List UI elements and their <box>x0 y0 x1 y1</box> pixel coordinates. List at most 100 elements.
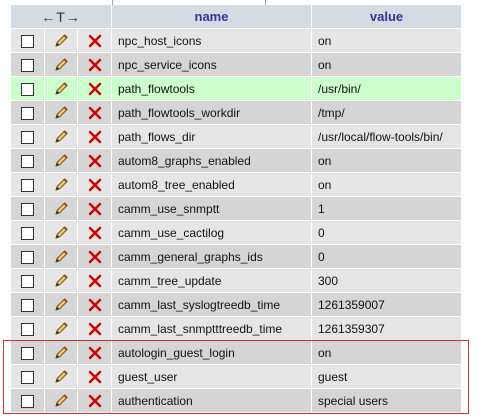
pencil-icon[interactable] <box>53 249 69 265</box>
delete-cell <box>78 389 111 412</box>
edit-cell <box>44 53 78 76</box>
row-checkbox[interactable] <box>20 346 34 360</box>
table-row[interactable]: camm_general_graphs_ids 0 <box>11 245 461 268</box>
row-select-cell <box>11 221 44 244</box>
setting-value: special users <box>312 389 461 412</box>
delete-x-icon[interactable] <box>88 82 102 96</box>
row-checkbox[interactable] <box>20 298 34 312</box>
pencil-icon[interactable] <box>53 153 69 169</box>
setting-value: 1261359307 <box>312 317 461 340</box>
table-row[interactable]: autologin_guest_login on <box>11 341 461 364</box>
delete-x-icon[interactable] <box>88 226 102 240</box>
row-select-cell <box>11 341 44 364</box>
table-row[interactable]: path_flowtools/usr/bin/ <box>11 77 461 100</box>
pencil-icon[interactable] <box>53 57 69 73</box>
row-checkbox[interactable] <box>20 370 34 384</box>
row-nav-arrows[interactable]: ←T→ <box>11 5 111 28</box>
delete-x-icon[interactable] <box>88 250 102 264</box>
table-row[interactable]: camm_use_snmptt 1 <box>11 197 461 220</box>
row-checkbox[interactable] <box>20 106 34 120</box>
row-select-cell <box>11 365 44 388</box>
table-row[interactable]: camm_last_syslogtreedb_time 1261359007 <box>11 293 461 316</box>
pencil-icon[interactable] <box>53 105 69 121</box>
delete-x-icon[interactable] <box>88 274 102 288</box>
row-checkbox[interactable] <box>20 82 34 96</box>
delete-x-icon[interactable] <box>88 298 102 312</box>
delete-x-icon[interactable] <box>88 34 102 48</box>
pencil-icon[interactable] <box>53 33 69 49</box>
pencil-icon[interactable] <box>53 321 69 337</box>
delete-cell <box>78 149 111 172</box>
setting-value: /tmp/ <box>312 101 461 124</box>
row-checkbox[interactable] <box>20 274 34 288</box>
row-checkbox[interactable] <box>20 34 34 48</box>
edit-cell <box>44 389 78 412</box>
delete-x-icon[interactable] <box>88 202 102 216</box>
pencil-icon[interactable] <box>53 201 69 217</box>
row-checkbox[interactable] <box>20 394 34 408</box>
delete-x-icon[interactable] <box>88 130 102 144</box>
row-checkbox[interactable] <box>20 226 34 240</box>
pencil-icon[interactable] <box>53 129 69 145</box>
delete-x-icon[interactable] <box>88 346 102 360</box>
row-select-cell <box>11 101 44 124</box>
table-row[interactable]: npc_host_icons on <box>11 29 461 52</box>
pencil-icon[interactable] <box>53 81 69 97</box>
delete-cell <box>78 221 111 244</box>
edit-cell <box>44 341 78 364</box>
row-checkbox[interactable] <box>20 250 34 264</box>
delete-cell <box>78 317 111 340</box>
row-select-cell <box>11 269 44 292</box>
pencil-icon[interactable] <box>53 345 69 361</box>
pencil-icon[interactable] <box>53 177 69 193</box>
row-checkbox[interactable] <box>20 130 34 144</box>
delete-x-icon[interactable] <box>88 58 102 72</box>
row-select-cell <box>11 29 44 52</box>
column-header-name[interactable]: name <box>112 5 311 28</box>
edit-cell <box>44 125 78 148</box>
delete-x-icon[interactable] <box>88 394 102 408</box>
table-row[interactable]: npc_service_icons on <box>11 53 461 76</box>
pencil-icon[interactable] <box>53 297 69 313</box>
setting-value: guest <box>312 365 461 388</box>
pencil-icon[interactable] <box>53 273 69 289</box>
table-row[interactable]: autom8_tree_enabled on <box>11 173 461 196</box>
table-row[interactable]: path_flowtools_workdir/tmp/ <box>11 101 461 124</box>
pencil-icon[interactable] <box>53 225 69 241</box>
table-row[interactable]: camm_tree_update 300 <box>11 269 461 292</box>
row-checkbox[interactable] <box>20 58 34 72</box>
table-row[interactable]: camm_use_cactilog 0 <box>11 221 461 244</box>
delete-x-icon[interactable] <box>88 322 102 336</box>
setting-name: camm_use_snmptt <box>112 197 311 220</box>
row-checkbox[interactable] <box>20 202 34 216</box>
delete-x-icon[interactable] <box>88 178 102 192</box>
delete-x-icon[interactable] <box>88 370 102 384</box>
table-row[interactable]: camm_last_snmptttreedb_time 1261359307 <box>11 317 461 340</box>
table-row[interactable]: guest_user guest <box>11 365 461 388</box>
pencil-icon[interactable] <box>53 393 69 409</box>
setting-value: on <box>312 341 461 364</box>
setting-name: camm_last_syslogtreedb_time <box>112 293 311 316</box>
row-checkbox[interactable] <box>20 178 34 192</box>
row-select-cell <box>11 77 44 100</box>
table-row[interactable]: path_flows_dir/usr/local/flow-tools/bin/ <box>11 125 461 148</box>
column-header-value[interactable]: value <box>312 5 461 28</box>
setting-value: on <box>312 149 461 172</box>
setting-name: path_flowtools_workdir <box>112 101 311 124</box>
setting-name: camm_use_cactilog <box>112 221 311 244</box>
row-checkbox[interactable] <box>20 154 34 168</box>
row-checkbox[interactable] <box>20 322 34 336</box>
delete-cell <box>78 341 111 364</box>
delete-x-icon[interactable] <box>88 154 102 168</box>
delete-x-icon[interactable] <box>88 106 102 120</box>
delete-cell <box>78 101 111 124</box>
config-table: ←T→ name value npc_host_icons on npc_servi… <box>10 4 462 413</box>
setting-name: camm_last_snmptttreedb_time <box>112 317 311 340</box>
pencil-icon[interactable] <box>53 369 69 385</box>
edit-cell <box>44 149 78 172</box>
table-row[interactable]: autom8_graphs_enabled on <box>11 149 461 172</box>
table-row[interactable]: authentication special users <box>11 389 461 412</box>
edit-cell <box>44 365 78 388</box>
delete-cell <box>78 197 111 220</box>
table-header-row: ←T→ name value <box>11 5 461 28</box>
